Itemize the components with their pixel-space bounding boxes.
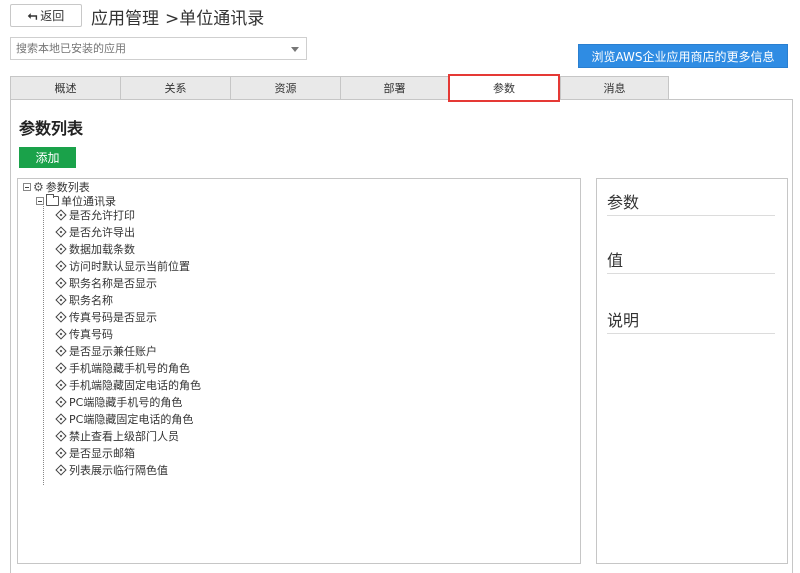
tree-item[interactable]: 是否允许打印 [54,207,135,223]
tree-item[interactable]: 是否显示兼任账户 [54,343,157,359]
parameter-tree: ⚙ 参数列表 单位通讯录 是否允许打印 是否允许导出 数据加载条数 访问时默认显… [17,178,581,564]
tree-item[interactable]: PC端隐藏手机号的角色 [54,394,182,410]
tab-deploy[interactable]: 部署 [340,76,448,100]
gear-icon: ⚙ [33,180,44,194]
tree-item-label: 职务名称是否显示 [69,277,157,290]
parameter-icon [55,345,67,357]
parameter-icon [55,413,67,425]
parameter-icon [55,243,67,255]
tree-item-label: 数据加载条数 [69,243,135,256]
parameter-detail-panel: 参数 值 说明 [596,178,788,564]
tree-item-label: 访问时默认显示当前位置 [69,260,190,273]
tree-item-label: 职务名称 [69,294,113,307]
panel-title: 参数列表 [19,119,84,138]
tab-relations[interactable]: 关系 [120,76,230,100]
parameter-icon [55,209,67,221]
parameter-icon [55,447,67,459]
tree-item-label: 传真号码 [69,328,113,341]
parameter-icon [55,430,67,442]
parameter-icon [55,379,67,391]
back-label: 返回 [40,9,65,23]
chevron-down-icon[interactable] [291,47,299,52]
back-button[interactable]: ⮢ 返回 [10,4,82,27]
tree-item[interactable]: 手机端隐藏手机号的角色 [54,360,190,376]
back-arrow-icon: ⮢ [27,8,38,22]
tree-item[interactable]: 是否允许导出 [54,224,135,240]
tab-messages[interactable]: 消息 [560,76,669,100]
tab-parameters[interactable]: 参数 [448,74,560,102]
parameter-icon [55,328,67,340]
tree-item-label: 是否允许打印 [69,209,135,222]
tree-item[interactable]: 访问时默认显示当前位置 [54,258,190,274]
parameter-icon [55,396,67,408]
tree-item-label: 是否允许导出 [69,226,135,239]
tree-item[interactable]: 手机端隐藏固定电话的角色 [54,377,201,393]
breadcrumb-root[interactable]: 应用管理 [91,4,159,29]
parameter-icon [55,464,67,476]
parameter-icon [55,260,67,272]
tree-item[interactable]: 数据加载条数 [54,241,135,257]
tab-bar: 概述 关系 资源 部署 参数 消息 [10,74,669,102]
browse-store-button[interactable]: 浏览AWS企业应用商店的更多信息 [578,44,788,68]
tree-item[interactable]: 职务名称是否显示 [54,275,157,291]
tree-item-label: 禁止查看上级部门人员 [69,430,179,443]
tree-item-label: 传真号码是否显示 [69,311,157,324]
breadcrumb-current: >单位通讯录 [165,9,265,29]
tree-connector [43,201,44,485]
tree-item[interactable]: 职务名称 [54,292,113,308]
detail-value-label: 值 [607,247,775,274]
collapse-icon[interactable] [23,183,31,191]
search-input[interactable] [11,38,281,59]
folder-icon [46,194,59,206]
tree-item[interactable]: 是否显示邮箱 [54,445,135,461]
tree-item-label: PC端隐藏手机号的角色 [69,396,183,409]
tree-item[interactable]: 禁止查看上级部门人员 [54,428,179,444]
app-search-select[interactable] [10,37,307,60]
collapse-icon[interactable] [36,197,44,205]
tree-item[interactable]: PC端隐藏固定电话的角色 [54,411,193,427]
tree-item[interactable]: 列表展示临行隔色值 [54,462,168,478]
detail-param-label: 参数 [607,189,775,216]
tree-item[interactable]: 传真号码是否显示 [54,309,157,325]
detail-description-label: 说明 [607,307,775,334]
tree-item-label: PC端隐藏固定电话的角色 [69,413,194,426]
tree-item[interactable]: 传真号码 [54,326,113,342]
parameter-icon [55,226,67,238]
tree-item-label: 是否显示邮箱 [69,447,135,460]
parameter-icon [55,362,67,374]
parameter-icon [55,311,67,323]
breadcrumb: 应用管理 >单位通讯录 [91,4,264,29]
parameter-icon [55,294,67,306]
tree-item-label: 手机端隐藏手机号的角色 [69,362,190,375]
tab-resources[interactable]: 资源 [230,76,340,100]
tree-item-label: 手机端隐藏固定电话的角色 [69,379,201,392]
add-button[interactable]: 添加 [19,147,76,168]
tree-item-label: 列表展示临行隔色值 [69,464,168,477]
parameter-icon [55,277,67,289]
tree-item-label: 是否显示兼任账户 [69,345,157,358]
tab-overview[interactable]: 概述 [10,76,120,100]
